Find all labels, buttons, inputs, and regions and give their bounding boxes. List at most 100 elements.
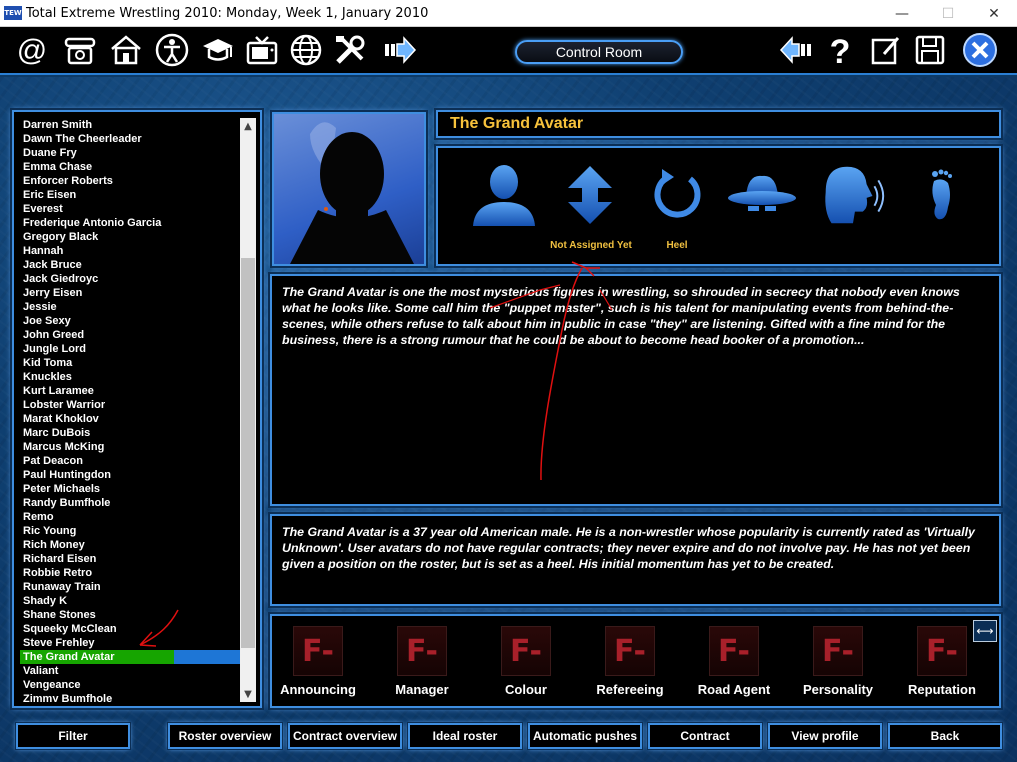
person-icon[interactable]	[154, 32, 190, 68]
phone-icon[interactable]	[62, 32, 98, 68]
roster-list-item[interactable]: Gregory Black	[20, 230, 240, 244]
skill-grade: F-	[813, 626, 863, 676]
tools-icon[interactable]	[332, 32, 368, 68]
refresh-icon[interactable]	[638, 160, 714, 230]
roster-list-item[interactable]: Jack Bruce	[20, 258, 240, 272]
roster-list-item[interactable]: Zimmy Bumfhole	[20, 692, 240, 702]
roster-list-item[interactable]: Squeeky McClean	[20, 622, 240, 636]
scroll-up-button[interactable]: ▲	[240, 118, 256, 134]
scroll-down-button[interactable]: ▼	[240, 686, 256, 702]
roster-list-item[interactable]: Marc DuBois	[20, 426, 240, 440]
roster-list-item[interactable]: Jungle Lord	[20, 342, 240, 356]
tv-icon[interactable]	[244, 32, 280, 68]
maximize-button[interactable]: ☐	[925, 0, 971, 27]
roster-list-item[interactable]: Randy Bumfhole	[20, 496, 240, 510]
email-icon[interactable]: @	[14, 32, 50, 68]
close-window-button[interactable]: ✕	[971, 0, 1017, 27]
roster-list-panel: Darren Smith Dawn The Cheerleader Duane Fr…	[12, 110, 262, 708]
skill-grade: F-	[397, 626, 447, 676]
roster-list-item[interactable]: Knuckles	[20, 370, 240, 384]
roster-list-item[interactable]: Vengeance	[20, 678, 240, 692]
roster-list-item[interactable]: Valiant	[20, 664, 240, 678]
worker-attributes-panel: Not Assigned Yet Heel	[436, 146, 1001, 266]
roster-list-item[interactable]: Runaway Train	[20, 580, 240, 594]
speaking-head-icon[interactable]	[814, 160, 890, 230]
roster-list-item[interactable]: John Greed	[20, 328, 240, 342]
roster-list-item[interactable]: Richard Eisen	[20, 552, 240, 566]
roster-list-item[interactable]: Pat Deacon	[20, 454, 240, 468]
contract-button[interactable]: Contract	[648, 723, 762, 749]
roster-list-item[interactable]: Eric Eisen	[20, 188, 240, 202]
roster-list-item[interactable]: Kurt Laramee	[20, 384, 240, 398]
roster-list-item[interactable]: Jerry Eisen	[20, 286, 240, 300]
view-profile-button[interactable]: View profile	[768, 723, 882, 749]
swap-view-button[interactable]: ⟷	[973, 620, 997, 642]
roster-list-item[interactable]: Frederique Antonio Garcia	[20, 216, 240, 230]
roster-list-item[interactable]: Shane Stones	[20, 608, 240, 622]
save-icon[interactable]	[912, 32, 948, 68]
graduation-cap-icon[interactable]	[200, 32, 236, 68]
help-icon[interactable]: ?	[822, 32, 858, 68]
roster-list-item[interactable]: Marcus McKing	[20, 440, 240, 454]
roster-list-item[interactable]: Ric Young	[20, 524, 240, 538]
person-silhouette-icon[interactable]	[466, 160, 542, 230]
skills-panel: F- Announcing F- Manager F- Colour F- Re…	[270, 614, 1001, 708]
home-icon[interactable]	[108, 32, 144, 68]
footprint-icon[interactable]	[904, 160, 980, 230]
skill-label: Personality	[802, 682, 874, 697]
skill-label: Refereeing	[596, 682, 664, 697]
roster-list-item[interactable]: Kid Toma	[20, 356, 240, 370]
roster-list-item[interactable]: Jessie	[20, 300, 240, 314]
roster-list-item[interactable]: Remo	[20, 510, 240, 524]
roster-list-item[interactable]: Lobster Warrior	[20, 398, 240, 412]
close-circle-icon[interactable]	[962, 32, 998, 68]
roster-list-item[interactable]: Robbie Retro	[20, 566, 240, 580]
roster-list-item[interactable]: Duane Fry	[20, 146, 240, 160]
description-panel: The Grand Avatar is one the most mysteri…	[270, 274, 1001, 506]
scroll-thumb[interactable]	[241, 258, 255, 648]
back-arrow-icon[interactable]	[778, 32, 814, 68]
roster-list-item[interactable]: Peter Michaels	[20, 482, 240, 496]
roster-list-item[interactable]: Marat Khoklov	[20, 412, 240, 426]
filter-button[interactable]: Filter	[16, 723, 130, 749]
skill-label: Announcing	[280, 682, 356, 697]
roster-list-item[interactable]: Enforcer Roberts	[20, 174, 240, 188]
roster-list-item[interactable]: Shady K	[20, 594, 240, 608]
position-arrows-icon[interactable]	[552, 160, 628, 230]
ideal-roster-button[interactable]: Ideal roster	[408, 723, 522, 749]
roster-list-item[interactable]: Hannah	[20, 244, 240, 258]
contract-overview-button[interactable]: Contract overview	[288, 723, 402, 749]
roster-list-item[interactable]: Everest	[20, 202, 240, 216]
roster-list-item[interactable]: Steve Frehley	[20, 636, 240, 650]
skill-grade: F-	[917, 626, 967, 676]
roster-list-item[interactable]: Dawn The Cheerleader	[20, 132, 240, 146]
roster-list-item[interactable]: Joe Sexy	[20, 314, 240, 328]
skill-refereeing: F- Refereeing	[578, 626, 682, 697]
roster-list-item[interactable]: Emma Chase	[20, 160, 240, 174]
app-icon: TEW	[4, 6, 22, 20]
edit-icon[interactable]	[868, 32, 904, 68]
roster-list-item[interactable]: Darren Smith	[20, 118, 240, 132]
svg-text:?: ?	[830, 33, 851, 67]
skill-grade: F-	[709, 626, 759, 676]
automatic-pushes-button[interactable]: Automatic pushes	[528, 723, 642, 749]
roster-list-item[interactable]: Rich Money	[20, 538, 240, 552]
worker-description: The Grand Avatar is one the most mysteri…	[282, 285, 960, 347]
skill-announcing: F- Announcing	[266, 626, 370, 697]
roster-list-item[interactable]: The Grand Avatar	[20, 650, 240, 664]
roster-list[interactable]: Darren Smith Dawn The Cheerleader Duane Fr…	[20, 118, 240, 702]
roster-scrollbar[interactable]: ▲ ▼	[240, 118, 256, 702]
minimize-button[interactable]: —	[879, 0, 925, 27]
roster-overview-button[interactable]: Roster overview	[168, 723, 282, 749]
skill-label: Reputation	[908, 682, 976, 697]
roster-list-item[interactable]: Paul Huntingdon	[20, 468, 240, 482]
forward-arrow-icon[interactable]	[382, 32, 418, 68]
fedora-hat-icon[interactable]	[724, 160, 800, 230]
worker-summary: The Grand Avatar is a 37 year old Americ…	[282, 525, 975, 571]
control-room-button[interactable]: Control Room	[515, 40, 683, 64]
roster-list-item[interactable]: Jack Giedroyc	[20, 272, 240, 286]
worker-name: The Grand Avatar	[450, 115, 584, 132]
globe-icon[interactable]	[288, 32, 324, 68]
back-button[interactable]: Back	[888, 723, 1002, 749]
skill-label: Manager	[395, 682, 449, 697]
